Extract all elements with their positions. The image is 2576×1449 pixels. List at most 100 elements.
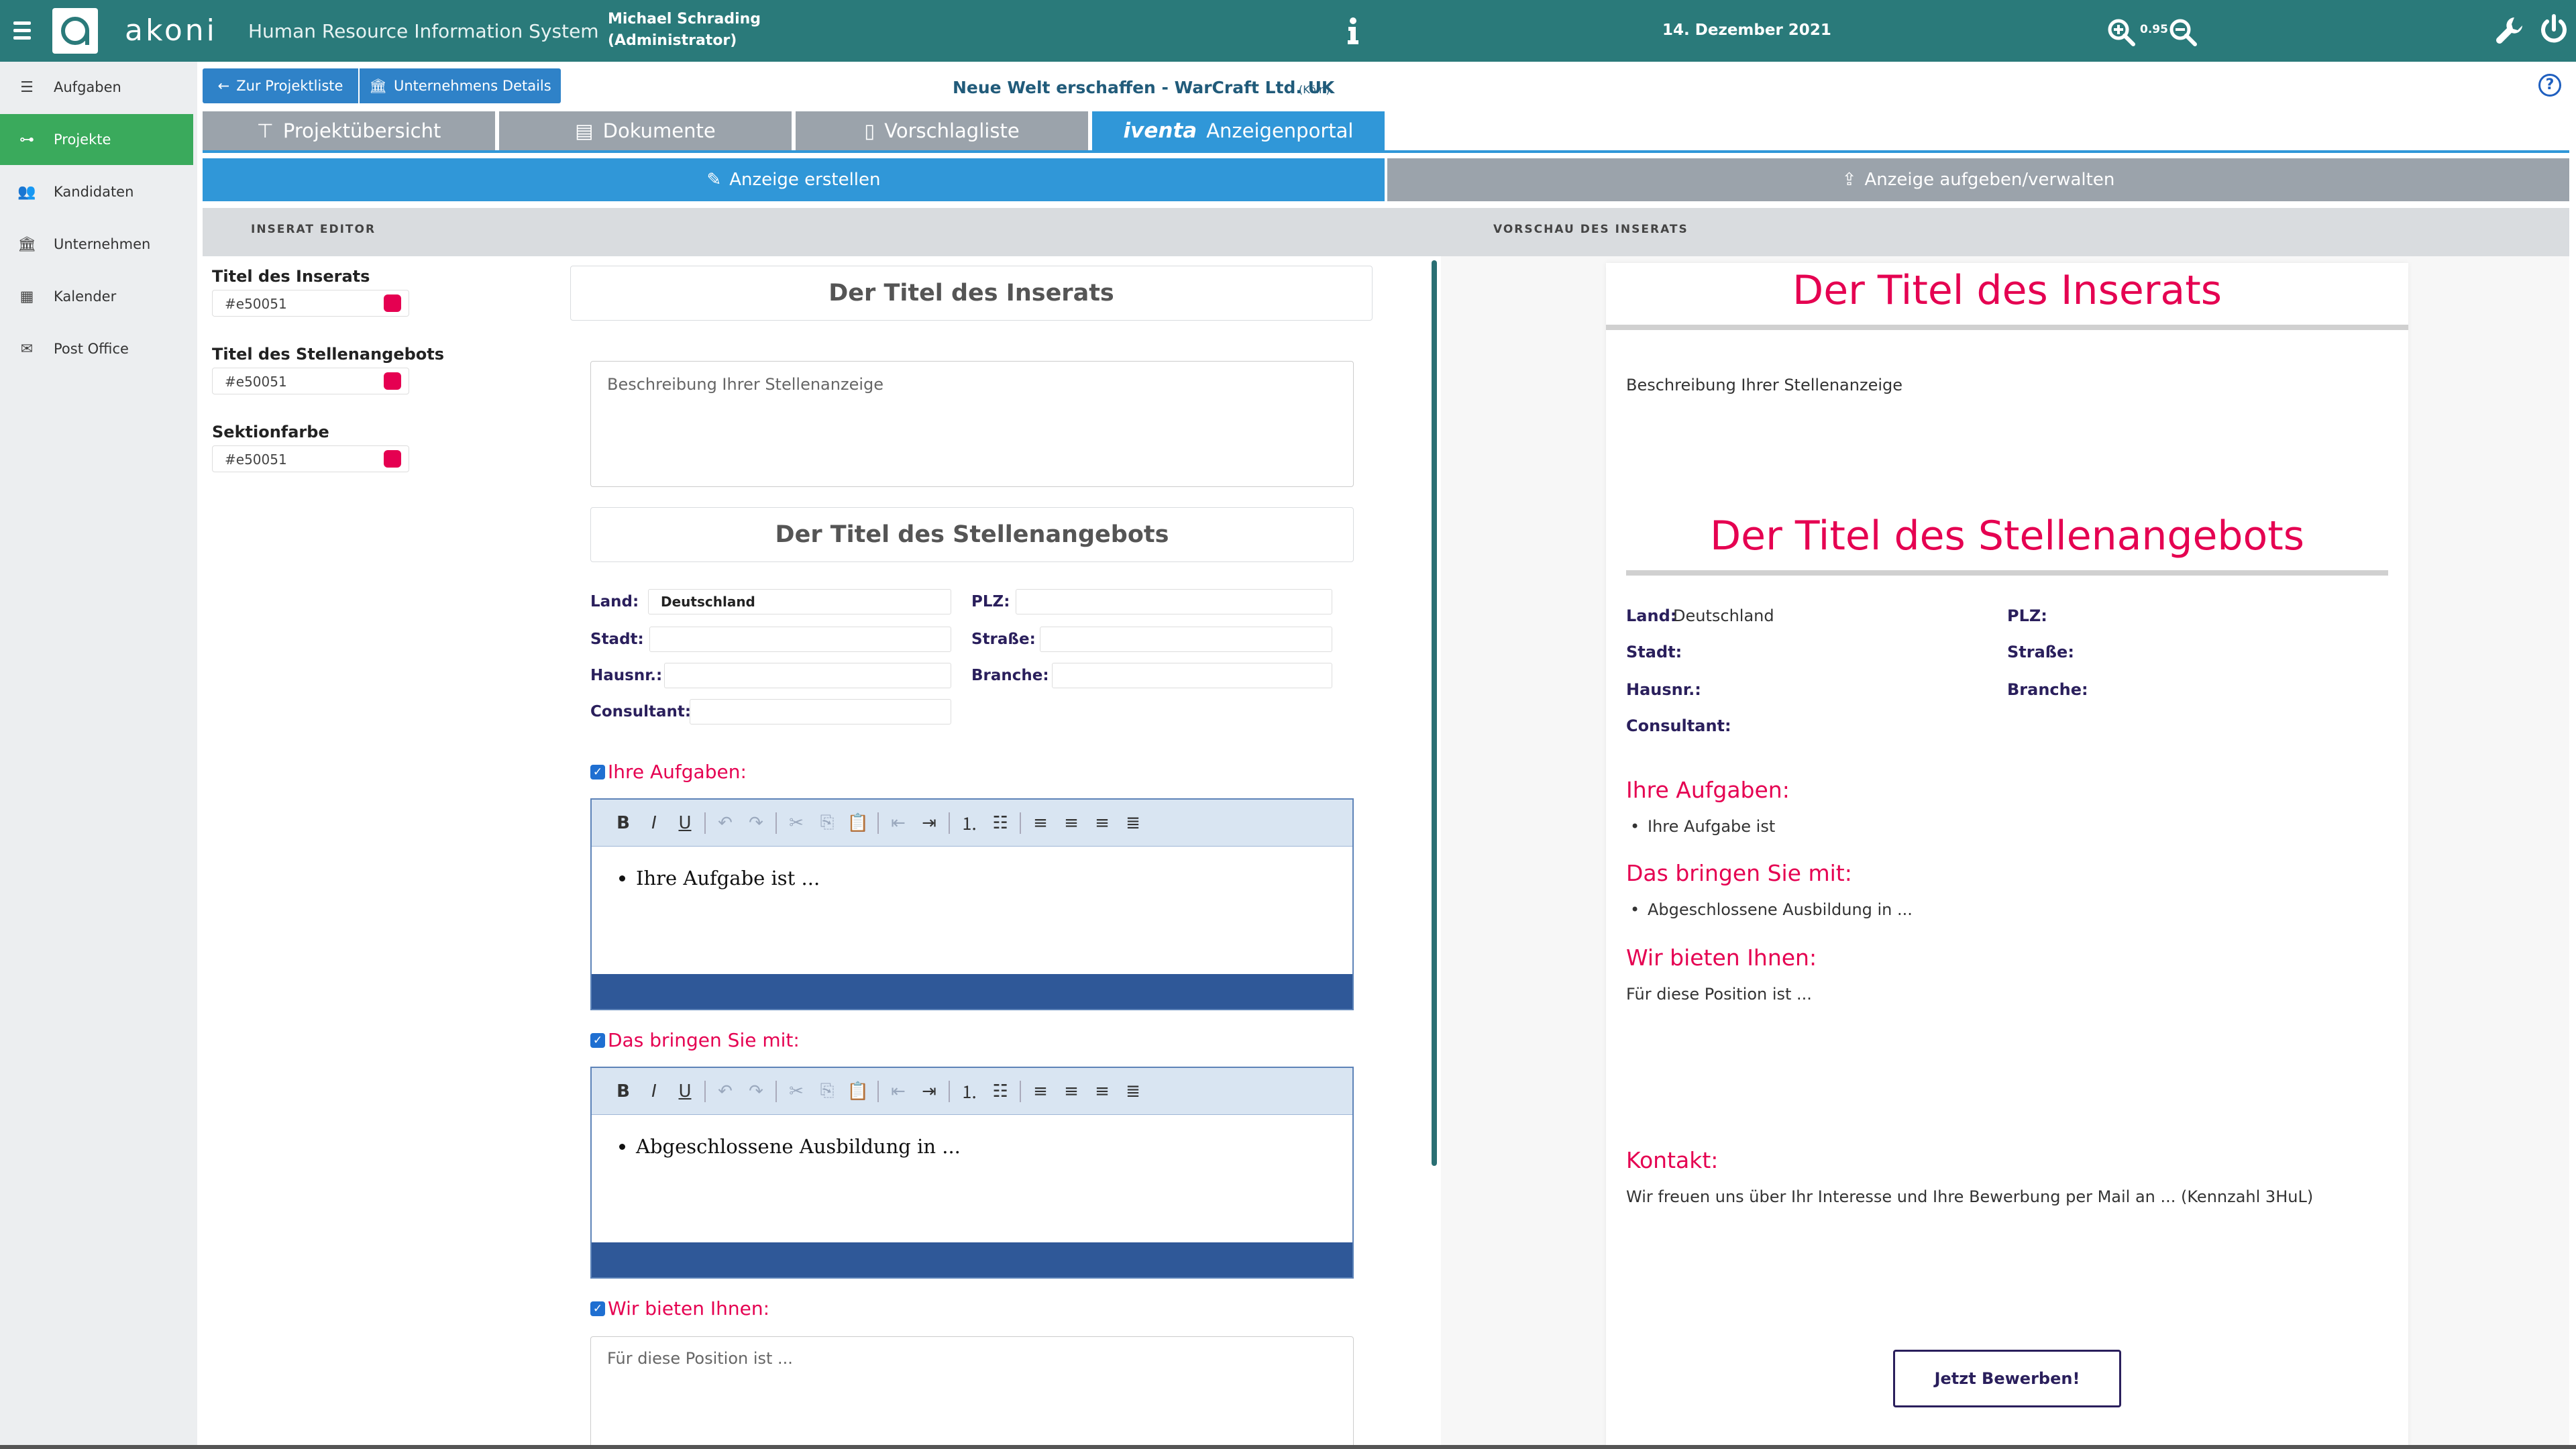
- sidebar-item-post-office[interactable]: ✉ Post Office: [0, 323, 193, 374]
- align-justify-icon[interactable]: ≣: [1118, 1081, 1148, 1102]
- strasse-input[interactable]: [1040, 627, 1332, 652]
- back-to-project-list-button[interactable]: ← Zur Projektliste: [203, 68, 358, 103]
- copy-icon[interactable]: ⎘: [812, 1081, 843, 1102]
- rte-status-bar: [592, 1242, 1352, 1277]
- offer-section-toggle[interactable]: ✓ Wir bieten Ihnen:: [590, 1297, 769, 1320]
- align-left-icon[interactable]: ≡: [1025, 1081, 1056, 1102]
- color-input-section[interactable]: #e50051: [212, 445, 409, 472]
- sidebar-item-projekte[interactable]: ⊶ Projekte: [0, 114, 193, 165]
- tasks-section-toggle[interactable]: ✓ Ihre Aufgaben:: [590, 761, 747, 783]
- unordered-list-icon[interactable]: ☷: [985, 1081, 1016, 1102]
- job-title-input[interactable]: Der Titel des Stellenangebots: [590, 507, 1354, 562]
- align-justify-icon[interactable]: ≣: [1118, 813, 1148, 833]
- underline-icon[interactable]: U: [669, 1081, 700, 1102]
- preview-branche-label: Branche:: [2007, 680, 2088, 699]
- outdent-icon[interactable]: ⇤: [883, 813, 914, 833]
- cut-icon[interactable]: ✂: [781, 813, 812, 833]
- unordered-list-icon[interactable]: ☷: [985, 813, 1016, 833]
- color-swatch-section[interactable]: [384, 450, 401, 468]
- subtab-manage-ad[interactable]: ⇪ Anzeige aufgeben/verwalten: [1387, 158, 2569, 201]
- branche-input[interactable]: [1052, 663, 1332, 688]
- undo-icon[interactable]: ↶: [710, 813, 741, 833]
- rte-content[interactable]: Ihre Aufgabe ist ...: [592, 847, 1352, 890]
- preview-contact-label: Kontakt:: [1626, 1147, 1719, 1173]
- info-icon[interactable]: [1343, 16, 1363, 46]
- subtab-create-ad[interactable]: ✎ Anzeige erstellen: [203, 158, 1385, 201]
- back-button-label: Zur Projektliste: [236, 78, 343, 94]
- stadt-input[interactable]: [649, 627, 951, 652]
- section-header-bar: [203, 208, 2569, 256]
- color-swatch-job-title[interactable]: [384, 372, 401, 390]
- requirements-rich-text-editor[interactable]: B I U ↶ ↷ ✂ ⎘ 📋 ⇤ ⇥ ⒈ ☷ ≡ ≡ ≡ ≣ Abgeschl…: [590, 1067, 1354, 1279]
- redo-icon[interactable]: ↷: [741, 1081, 771, 1102]
- tab-dokumente[interactable]: ▤ Dokumente: [499, 111, 792, 150]
- sidebar-item-kandidaten[interactable]: 👥 Kandidaten: [0, 166, 193, 217]
- align-right-icon[interactable]: ≡: [1087, 813, 1118, 833]
- checkbox-checked-icon[interactable]: ✓: [590, 1301, 605, 1316]
- land-label: Land:: [590, 593, 639, 610]
- sidebar-item-kalender[interactable]: ▦ Kalender: [0, 271, 193, 322]
- tab-vorschlagliste[interactable]: ▯ Vorschlagliste: [796, 111, 1088, 150]
- land-input[interactable]: Deutschland: [648, 589, 951, 614]
- requirements-section-toggle[interactable]: ✓ Das bringen Sie mit:: [590, 1029, 800, 1051]
- italic-icon[interactable]: I: [639, 813, 669, 833]
- plz-input[interactable]: [1016, 589, 1332, 614]
- color-swatch-ad-title[interactable]: [384, 294, 401, 312]
- consultant-input[interactable]: [690, 699, 951, 724]
- description-textarea[interactable]: Beschreibung Ihrer Stellenanzeige: [590, 361, 1354, 487]
- ad-title-input[interactable]: Der Titel des Inserats: [570, 266, 1373, 321]
- italic-icon[interactable]: I: [639, 1081, 669, 1102]
- color-input-ad-title[interactable]: #e50051: [212, 290, 409, 317]
- tab-projektuebersicht[interactable]: ⊤ Projektübersicht: [203, 111, 495, 150]
- checkbox-checked-icon[interactable]: ✓: [590, 1032, 605, 1048]
- copy-icon[interactable]: ⎘: [812, 812, 843, 833]
- calendar-icon: ▦: [19, 288, 34, 305]
- sidebar-item-unternehmen[interactable]: 🏛 Unternehmen: [0, 219, 193, 270]
- cut-icon[interactable]: ✂: [781, 1081, 812, 1102]
- ordered-list-icon[interactable]: ⒈: [954, 810, 985, 835]
- color-input-job-title[interactable]: #e50051: [212, 368, 409, 394]
- tab-underline: [203, 150, 2569, 153]
- bold-icon[interactable]: B: [608, 1081, 639, 1102]
- indent-icon[interactable]: ⇥: [914, 1081, 945, 1102]
- project-title: Neue Welt erschaffen - WarCraft Ltd. UK: [953, 78, 1335, 97]
- underline-icon[interactable]: U: [669, 813, 700, 833]
- power-icon[interactable]: [2538, 13, 2569, 46]
- align-center-icon[interactable]: ≡: [1056, 813, 1087, 833]
- ordered-list-icon[interactable]: ⒈: [954, 1079, 985, 1104]
- redo-icon[interactable]: ↷: [741, 813, 771, 833]
- top-bar: akoni Human Resource Information System …: [0, 0, 2576, 62]
- undo-icon[interactable]: ↶: [710, 1081, 741, 1102]
- hausnr-input[interactable]: [664, 663, 951, 688]
- hausnr-label: Hausnr.:: [590, 667, 663, 684]
- offer-textarea[interactable]: Für diese Position ist ...: [590, 1336, 1354, 1449]
- paste-icon[interactable]: 📋: [843, 1081, 873, 1102]
- color-label-section: Sektionfarbe: [212, 423, 329, 441]
- branche-label: Branche:: [971, 667, 1049, 684]
- checkbox-checked-icon[interactable]: ✓: [590, 764, 605, 780]
- help-icon[interactable]: ?: [2538, 74, 2561, 97]
- rte-content[interactable]: Abgeschlossene Ausbildung in ...: [592, 1115, 1352, 1158]
- zoom-out-icon[interactable]: [2168, 17, 2198, 47]
- company-details-button[interactable]: 🏛 Unternehmens Details: [360, 68, 561, 103]
- building-icon: 🏛: [17, 235, 36, 253]
- outdent-icon[interactable]: ⇤: [883, 1081, 914, 1102]
- align-left-icon[interactable]: ≡: [1025, 813, 1056, 833]
- akoni-logo: [52, 8, 98, 54]
- apply-now-button[interactable]: Jetzt Bewerben!: [1893, 1350, 2121, 1407]
- sidebar-item-label: Projekte: [54, 131, 111, 148]
- wrench-icon[interactable]: [2494, 15, 2525, 46]
- indent-icon[interactable]: ⇥: [914, 813, 945, 833]
- tab-anzeigenportal[interactable]: iventa Anzeigenportal: [1092, 111, 1385, 150]
- tasks-rich-text-editor[interactable]: B I U ↶ ↷ ✂ ⎘ 📋 ⇤ ⇥ ⒈ ☷ ≡ ≡ ≡ ≣ Ihre Auf…: [590, 798, 1354, 1010]
- rte-status-bar: [592, 974, 1352, 1009]
- sidebar-item-aufgaben[interactable]: ☰ Aufgaben: [0, 62, 193, 113]
- paste-icon[interactable]: 📋: [843, 813, 873, 833]
- user-name[interactable]: Michael Schrading: [608, 11, 761, 28]
- align-right-icon[interactable]: ≡: [1087, 1081, 1118, 1102]
- editor-scrollbar[interactable]: [1432, 260, 1437, 1166]
- hamburger-menu-icon[interactable]: [8, 15, 39, 46]
- zoom-in-icon[interactable]: [2106, 17, 2136, 47]
- bold-icon[interactable]: B: [608, 813, 639, 833]
- align-center-icon[interactable]: ≡: [1056, 1081, 1087, 1102]
